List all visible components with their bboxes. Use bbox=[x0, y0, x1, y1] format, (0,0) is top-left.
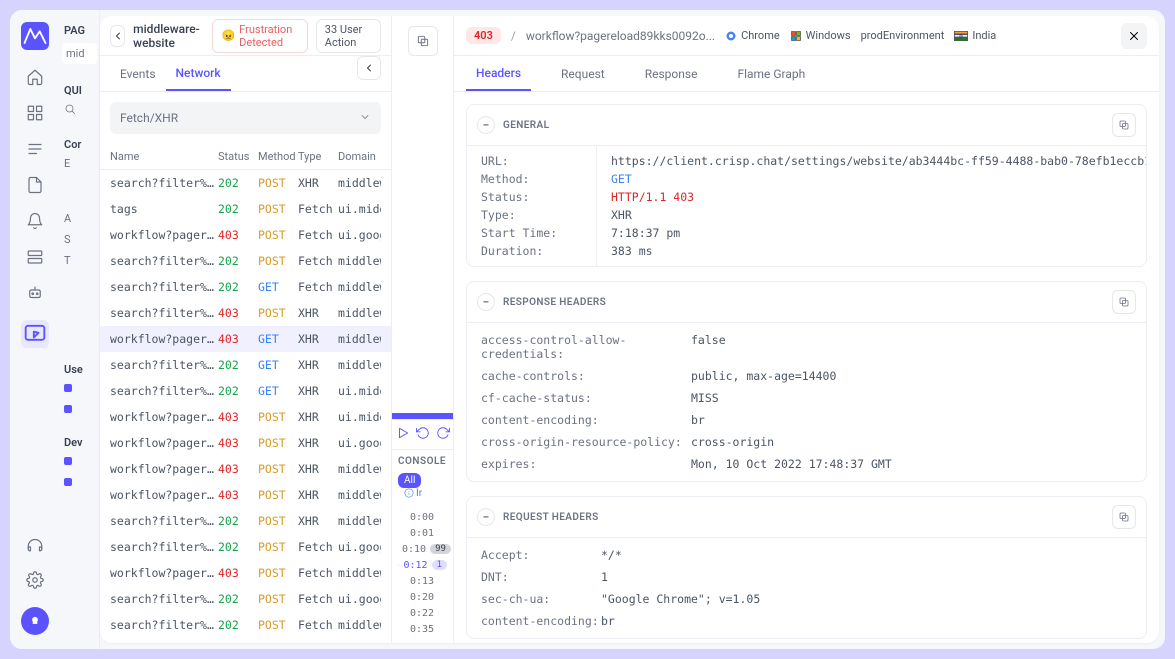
header-row: DNT:1 bbox=[467, 566, 1146, 588]
copy-request-button[interactable] bbox=[1112, 505, 1136, 529]
general-status: HTTP/1.1 403 bbox=[597, 188, 1146, 206]
tab-headers[interactable]: Headers bbox=[466, 56, 531, 91]
filter-dropdown[interactable]: Fetch/XHR bbox=[110, 102, 381, 134]
header-row: content-encoding:br bbox=[467, 610, 1146, 632]
table-row[interactable]: workflow?pagerelo403POSTXHRmiddlew bbox=[100, 456, 391, 482]
table-row[interactable]: search?filter%5B..202POSTFetchmiddlew bbox=[100, 248, 391, 274]
close-button[interactable] bbox=[1121, 23, 1147, 49]
components-icon[interactable] bbox=[26, 104, 44, 122]
user-action-badge: 33 User Action bbox=[316, 19, 381, 53]
tab-network[interactable]: Network bbox=[166, 56, 231, 91]
play-icon[interactable] bbox=[396, 426, 410, 443]
header-row: sec-ch-ua:"Google Chrome"; v=1.05 bbox=[467, 588, 1146, 610]
env-chip: prodEnvironment bbox=[861, 29, 945, 42]
table-row[interactable]: search?filter%5B..403POSTXHRmiddlew bbox=[100, 300, 391, 326]
chevron-down-icon bbox=[359, 111, 371, 126]
os-chip: Windows bbox=[790, 29, 851, 42]
general-method: GET bbox=[597, 170, 1146, 188]
general-type: XHR bbox=[597, 206, 1146, 224]
table-header: Name Status Method Type Domain bbox=[100, 144, 391, 170]
side-nav bbox=[10, 10, 60, 649]
browser-chip: Chrome bbox=[725, 29, 780, 42]
player-controls bbox=[392, 419, 453, 449]
timeline-entry[interactable]: 0:13 bbox=[398, 573, 447, 589]
header-row: expires:Mon, 10 Oct 2022 17:48:37 GMT bbox=[467, 453, 1146, 475]
table-row[interactable]: workflow?pagerelo403POSTXHRui.goog bbox=[100, 430, 391, 456]
pages-panel: PAG mid QUI Cor E A S T Use Dev bbox=[60, 10, 100, 649]
home-icon[interactable] bbox=[26, 68, 44, 86]
chat-widget-icon[interactable] bbox=[21, 607, 49, 635]
request-path: workflow?pagereload89kks0092o... bbox=[526, 29, 715, 43]
bot-icon[interactable] bbox=[26, 284, 44, 302]
alert-icon[interactable] bbox=[26, 212, 44, 230]
filter-label: Fetch/XHR bbox=[120, 111, 178, 125]
table-row[interactable]: workflow?pagerelo403POSTFetchui.goog bbox=[100, 222, 391, 248]
table-row[interactable]: search?filter%5B..202POSTFetchmiddlew bbox=[100, 612, 391, 638]
frustration-badge: 😠Frustration Detected bbox=[212, 19, 307, 53]
tab-response[interactable]: Response bbox=[635, 56, 708, 91]
table-row[interactable]: workflow?pagerelo403POSTXHRmiddlew bbox=[100, 482, 391, 508]
panel-response-headers: −RESPONSE HEADERS access-control-allow-c… bbox=[466, 281, 1147, 482]
server-icon[interactable] bbox=[26, 248, 44, 266]
tab-flame-graph[interactable]: Flame Graph bbox=[727, 56, 815, 91]
toggle-general[interactable]: − bbox=[477, 116, 495, 134]
session-replay-icon[interactable] bbox=[21, 320, 49, 348]
copy-button[interactable] bbox=[408, 26, 438, 56]
table-row[interactable]: workflow?pagerelo403POSTFetchmiddlew bbox=[100, 560, 391, 586]
status-code-badge: 403 bbox=[466, 27, 501, 44]
general-start: 7:18:37 pm bbox=[597, 224, 1146, 242]
table-row[interactable]: search?filter%5B..202GETFetchmiddlew bbox=[100, 274, 391, 300]
skip-back-icon[interactable] bbox=[416, 426, 430, 443]
session-title: middleware-website bbox=[133, 22, 204, 50]
table-row[interactable]: search?filter%5B..202GETXHRmiddlew bbox=[100, 352, 391, 378]
timeline-entry[interactable]: 0:35 bbox=[398, 621, 447, 637]
table-row[interactable]: search?filter%5B..202POSTXHRmiddlew bbox=[100, 508, 391, 534]
table-row[interactable]: workflow?pagerelo403GETXHRmiddlew bbox=[100, 326, 391, 352]
toggle-request[interactable]: − bbox=[477, 508, 495, 526]
support-icon[interactable] bbox=[26, 535, 44, 553]
settings-icon[interactable] bbox=[26, 571, 44, 589]
copy-response-button[interactable] bbox=[1112, 290, 1136, 314]
panel-request-headers: −REQUEST HEADERS Accept:*/*DNT:1sec-ch-u… bbox=[466, 496, 1147, 639]
skip-forward-icon[interactable] bbox=[436, 426, 450, 443]
header-row: cache-controls:public, max-age=14400 bbox=[467, 365, 1146, 387]
list-icon[interactable] bbox=[26, 140, 44, 158]
table-row[interactable]: search?filter%5B..202POSTFetchui.goog bbox=[100, 586, 391, 612]
timeline-entry[interactable]: 0:121 bbox=[398, 557, 447, 573]
table-row[interactable]: workflow?pagerelo403POSTXHRui.midd bbox=[100, 404, 391, 430]
timeline-entry[interactable]: 0:1099 bbox=[398, 541, 447, 557]
timeline-entry[interactable]: 0:00 bbox=[398, 509, 447, 525]
table-row[interactable]: tags202POSTFetchui.midd bbox=[100, 196, 391, 222]
tab-request[interactable]: Request bbox=[551, 56, 615, 91]
request-table: search?filter%5B..202POSTXHRmiddlewtags2… bbox=[100, 170, 391, 643]
collapse-panel-button[interactable] bbox=[357, 56, 381, 80]
timeline-entry[interactable]: 0:01 bbox=[398, 525, 447, 541]
panel-general: −GENERAL URL: Method: Status: Type: Star… bbox=[466, 104, 1147, 267]
back-button[interactable] bbox=[110, 25, 125, 47]
file-icon[interactable] bbox=[26, 176, 44, 194]
table-row[interactable]: search?filter%5B..202GETXHRui.midd bbox=[100, 378, 391, 404]
timeline-entry[interactable]: 0:20 bbox=[398, 589, 447, 605]
app-logo-icon bbox=[21, 22, 49, 50]
table-row[interactable]: search?filter%5B..202POSTXHRmiddlew bbox=[100, 170, 391, 196]
general-url: https://client.crisp.chat/settings/websi… bbox=[597, 152, 1146, 170]
toggle-response[interactable]: − bbox=[477, 293, 495, 311]
header-row: cf-cache-status:MISS bbox=[467, 387, 1146, 409]
header-row: Accept:*/* bbox=[467, 544, 1146, 566]
copy-general-button[interactable] bbox=[1112, 113, 1136, 137]
header-row: content-encoding:br bbox=[467, 409, 1146, 431]
console-filter-all[interactable]: All bbox=[398, 473, 421, 488]
header-row: cross-origin-resource-policy:cross-origi… bbox=[467, 431, 1146, 453]
table-row[interactable]: search?filter%5B..202POSTFetchui.goog bbox=[100, 534, 391, 560]
console-title: CONSOLE bbox=[398, 456, 447, 467]
tab-events[interactable]: Events bbox=[110, 56, 166, 91]
header-row: access-control-allow-credentials:false bbox=[467, 329, 1146, 365]
console-filter-info[interactable]: Ir bbox=[404, 488, 422, 499]
console-timeline: 0:000:010:10990:1210:130:200:220:35 bbox=[398, 509, 447, 637]
country-chip: India bbox=[954, 29, 996, 42]
general-duration: 383 ms bbox=[597, 242, 1146, 260]
timeline-entry[interactable]: 0:22 bbox=[398, 605, 447, 621]
